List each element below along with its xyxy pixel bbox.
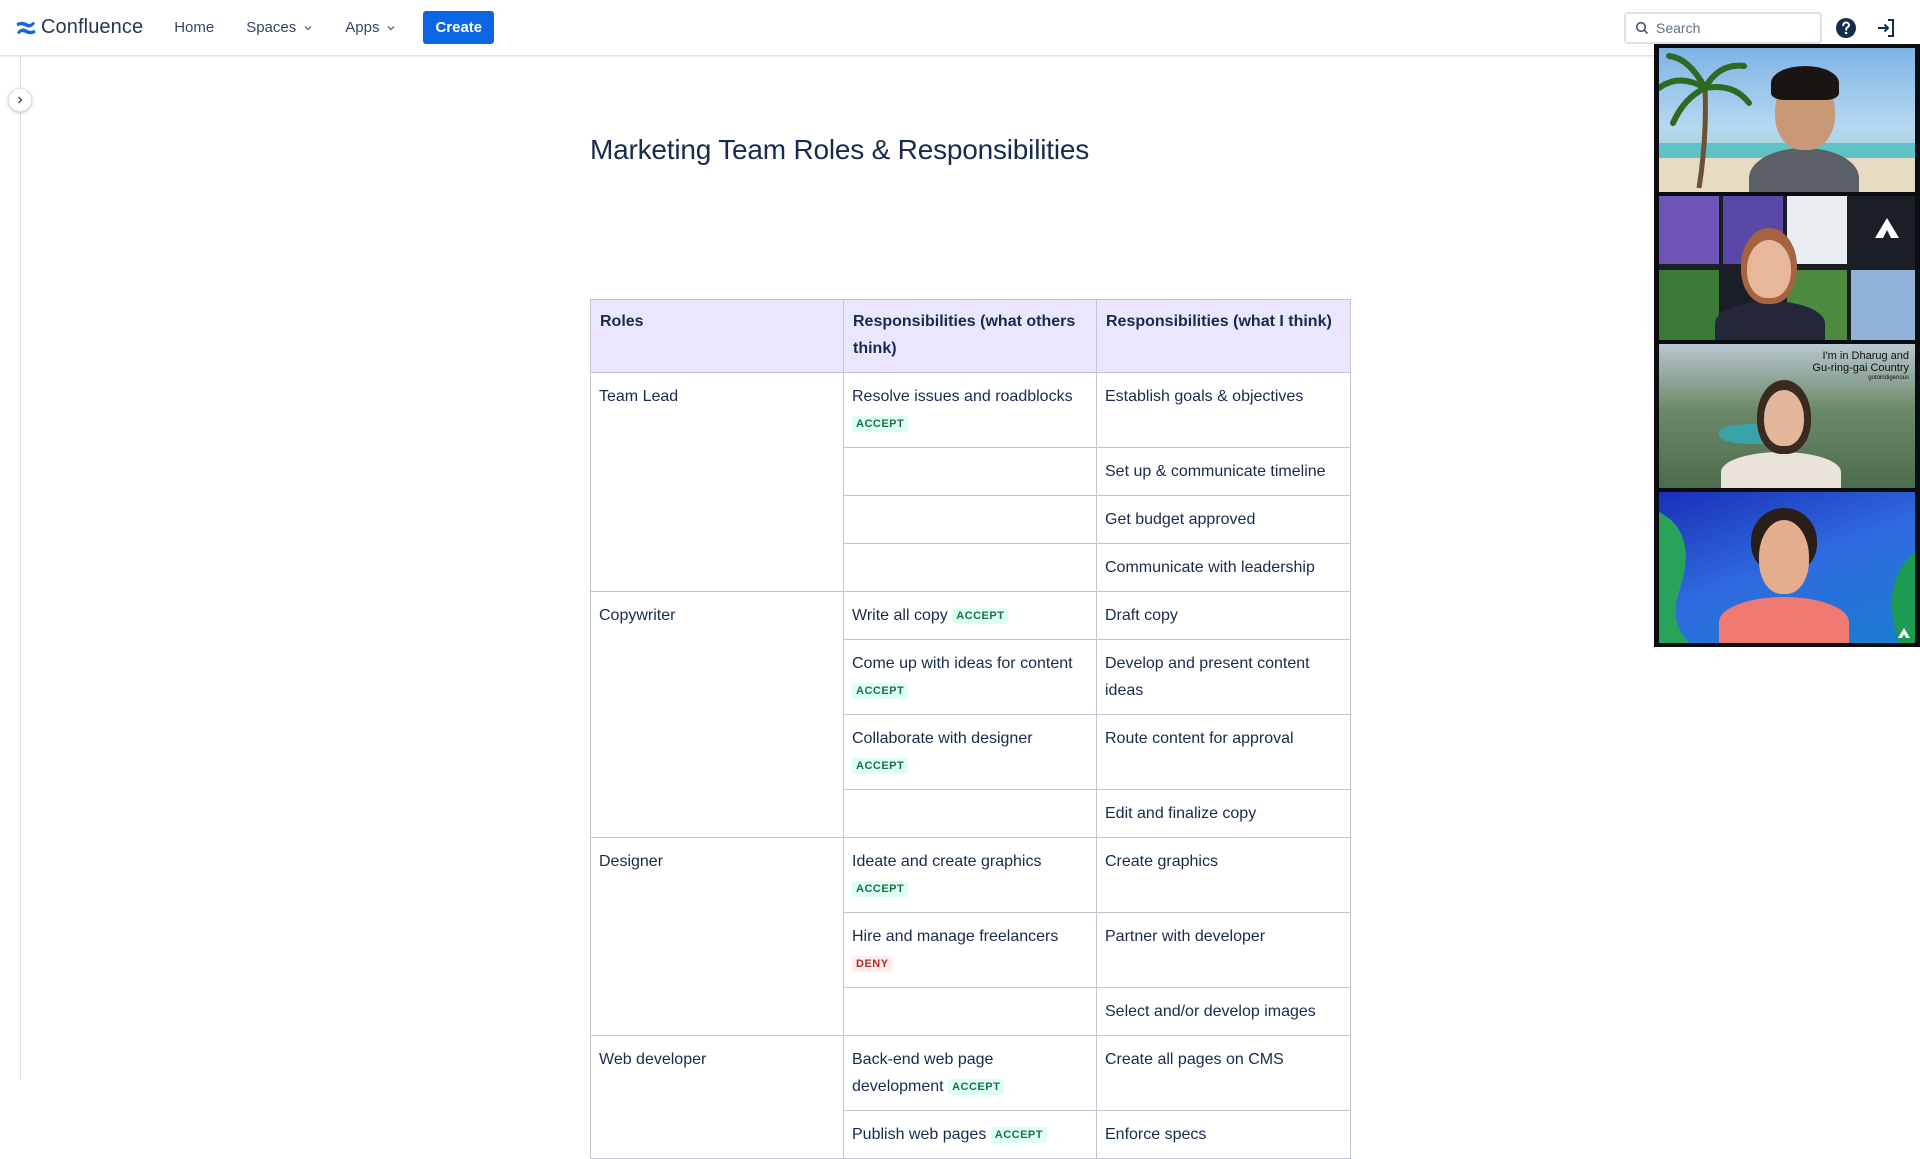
- status-badge: ACCEPT: [852, 881, 909, 897]
- others-text: Publish web pages: [852, 1126, 987, 1143]
- role-cell: Web developer: [590, 1035, 844, 1159]
- video-call-panel[interactable]: I'm in Dharug and Gu-ring-gai Country go…: [1654, 44, 1920, 647]
- others-text: Resolve issues and roadblocks: [852, 388, 1073, 405]
- status-badge: ACCEPT: [948, 1079, 1005, 1095]
- expand-sidebar-button[interactable]: [8, 88, 32, 112]
- page-title: Marketing Team Roles & Responsibilities: [590, 134, 1090, 165]
- brand-name: Confluence: [41, 16, 144, 38]
- header-i-think: Responsibilities (what I think): [1096, 299, 1351, 373]
- help-icon[interactable]: [1834, 16, 1858, 40]
- header-roles: Roles: [590, 299, 844, 373]
- role-cell: Designer: [590, 837, 844, 1036]
- caption-small: gotoindigenous: [1868, 375, 1909, 381]
- mine-cell: Create all pages on CMS: [1096, 1035, 1351, 1111]
- sidebar-collapsed: [0, 56, 21, 1080]
- mine-cell: Draft copy: [1096, 591, 1351, 640]
- table-header-row: Roles Responsibilities (what others thin…: [590, 299, 1351, 373]
- chevron-down-icon: [387, 25, 395, 30]
- role-cell: Copywriter: [590, 591, 844, 838]
- others-cell: Collaborate with designer ACCEPT: [843, 714, 1097, 790]
- others-cell: [843, 789, 1097, 838]
- sign-in-icon[interactable]: [1875, 17, 1897, 39]
- participant-video-1[interactable]: [1659, 48, 1915, 192]
- others-text: Come up with ideas for content: [852, 655, 1073, 672]
- nav-home-link[interactable]: Home: [174, 19, 214, 36]
- create-button[interactable]: Create: [423, 11, 495, 44]
- mine-cell: Establish goals & objectives: [1096, 372, 1351, 448]
- chevron-down-icon: [304, 25, 312, 30]
- table-row: Copywriter Write all copy ACCEPT Draft c…: [590, 591, 1351, 838]
- table-row: Web developer Back-end web page developm…: [590, 1035, 1351, 1159]
- mine-cell: Edit and finalize copy: [1096, 789, 1351, 838]
- table-row: Team Lead Resolve issues and roadblocks A…: [590, 372, 1351, 592]
- status-badge: DENY: [852, 956, 893, 972]
- role-cell: Team Lead: [590, 372, 844, 592]
- atlassian-logo-icon: [1898, 628, 1910, 638]
- nav-apps-menu[interactable]: Apps: [345, 19, 396, 36]
- others-text: Ideate and create graphics: [852, 853, 1042, 870]
- others-cell: [843, 987, 1097, 1036]
- mine-cell: Develop and present content ideas: [1096, 639, 1351, 715]
- others-cell: Come up with ideas for content ACCEPT: [843, 639, 1097, 715]
- search-icon: [1635, 21, 1649, 35]
- others-cell: Ideate and create graphics ACCEPT: [843, 837, 1097, 913]
- status-badge: ACCEPT: [952, 608, 1009, 624]
- others-cell: Hire and manage freelancers DENY: [843, 912, 1097, 988]
- acknowledgement-caption: I'm in Dharug and Gu-ring-gai Country go…: [1812, 350, 1909, 382]
- confluence-logo[interactable]: Confluence: [16, 16, 143, 39]
- others-cell: Publish web pages ACCEPT: [843, 1110, 1097, 1159]
- search-input[interactable]: [1656, 20, 1806, 36]
- header-others-think: Responsibilities (what others think): [843, 299, 1097, 373]
- chevron-right-icon: [17, 96, 23, 104]
- atlassian-logo-icon: [1875, 218, 1899, 238]
- mine-cell: Enforce specs: [1096, 1110, 1351, 1159]
- participant-video-4[interactable]: [1659, 492, 1915, 643]
- participant-video-2[interactable]: [1659, 196, 1915, 340]
- others-cell: Back-end web page development ACCEPT: [843, 1035, 1097, 1111]
- caption-line-1: I'm in Dharug and: [1822, 350, 1909, 362]
- others-cell: [843, 543, 1097, 592]
- others-cell: Write all copy ACCEPT: [843, 591, 1097, 640]
- others-cell: [843, 447, 1097, 496]
- nav-spaces-label: Spaces: [246, 19, 297, 36]
- mine-cell: Route content for approval: [1096, 714, 1351, 790]
- others-text: Write all copy: [852, 607, 948, 624]
- status-badge: ACCEPT: [852, 758, 909, 774]
- confluence-logo-icon: [16, 21, 36, 34]
- nav-apps-label: Apps: [345, 19, 380, 36]
- mine-cell: Partner with developer: [1096, 912, 1351, 988]
- mine-cell: Communicate with leadership: [1096, 543, 1351, 592]
- status-badge: ACCEPT: [852, 416, 909, 432]
- top-navigation: Confluence Home Spaces Apps Create: [0, 0, 1920, 56]
- status-badge: ACCEPT: [990, 1127, 1047, 1143]
- roles-table: Roles Responsibilities (what others thin…: [590, 299, 1351, 1159]
- table-row: Designer Ideate and create graphics ACCEP…: [590, 837, 1351, 1036]
- others-text: Hire and manage freelancers: [852, 928, 1059, 945]
- mine-cell: Create graphics: [1096, 837, 1351, 913]
- caption-line-2: Gu-ring-gai Country: [1812, 362, 1909, 374]
- mine-cell: Set up & communicate timeline: [1096, 447, 1351, 496]
- others-cell: [843, 495, 1097, 544]
- status-badge: ACCEPT: [852, 683, 909, 699]
- others-text: Collaborate with designer: [852, 730, 1033, 747]
- mine-cell: Get budget approved: [1096, 495, 1351, 544]
- others-cell: Resolve issues and roadblocks ACCEPT: [843, 372, 1097, 448]
- participant-video-3[interactable]: I'm in Dharug and Gu-ring-gai Country go…: [1659, 344, 1915, 488]
- mine-cell: Select and/or develop images: [1096, 987, 1351, 1036]
- nav-spaces-menu[interactable]: Spaces: [246, 19, 313, 36]
- search-box[interactable]: [1624, 12, 1822, 44]
